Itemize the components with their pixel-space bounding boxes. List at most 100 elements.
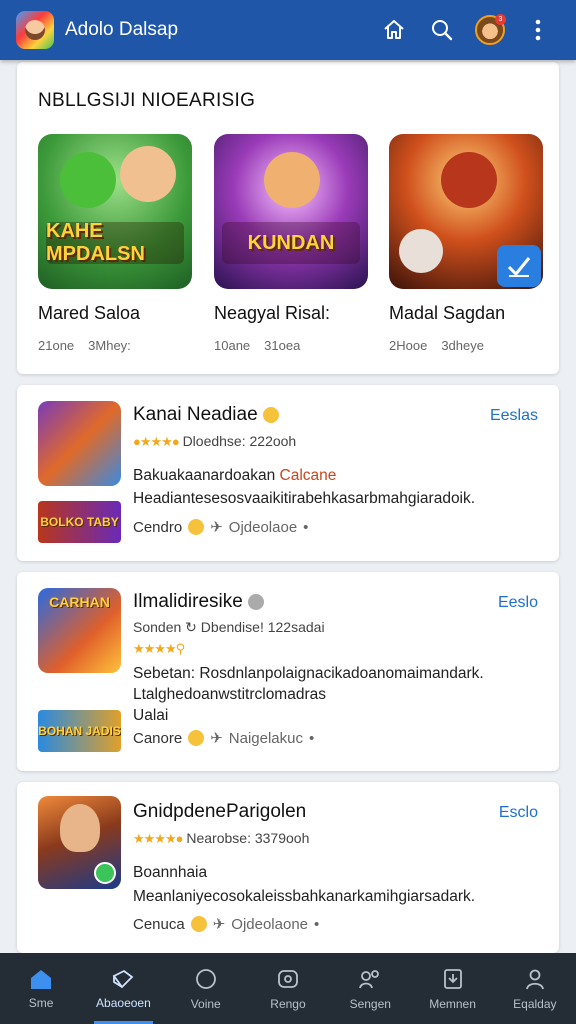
- nav-item-cards[interactable]: Abaoeoen: [82, 953, 164, 1024]
- game-description-line: Ltalghedoanwstitrclomadras: [133, 686, 326, 703]
- home-icon: [31, 969, 52, 989]
- featured-game-card[interactable]: KUNDAN Neagyal Risal: 10ane 31oea: [214, 134, 369, 353]
- more-vert-icon[interactable]: [516, 8, 560, 52]
- circle-icon: [195, 968, 216, 989]
- nav-item-profile[interactable]: Eqalday: [494, 953, 576, 1024]
- character-art: [60, 152, 116, 208]
- nav-item-downloads[interactable]: Memnen: [411, 953, 493, 1024]
- game-meta: 2Hooe 3dheye: [389, 338, 544, 353]
- game-thumbnail: [38, 401, 121, 486]
- footer-left: Cendro: [133, 518, 183, 536]
- meta-primary: 21one: [38, 338, 75, 353]
- emoji-icon: [262, 406, 279, 423]
- footer-left: Cenuca: [133, 915, 185, 933]
- game-footer: Canore ✈ Naigelakuc •: [133, 729, 314, 748]
- game-footer: Cendro ✈ Ojdeolaoe •: [133, 518, 309, 537]
- nav-label: Sengen: [349, 996, 391, 1011]
- pin-icon: ✈: [210, 519, 223, 536]
- nav-item-home[interactable]: Sme: [0, 953, 82, 1024]
- emoji-icon: [188, 730, 205, 746]
- footer-right: Naigelakuc: [228, 729, 303, 747]
- nav-label: Rengo: [270, 996, 306, 1011]
- home-icon[interactable]: [372, 8, 416, 52]
- description-text: Bakuakaanardoakan: [133, 467, 276, 484]
- group-icon: [359, 969, 380, 988]
- meta-primary: 2Hooe: [389, 338, 428, 353]
- game-name: Mared Saloa: [38, 303, 141, 323]
- footer-right: Ojdeolaoe: [228, 518, 298, 536]
- verified-badge-icon: [497, 245, 541, 287]
- profile-avatar[interactable]: 3: [468, 8, 512, 52]
- avatar: 3: [475, 14, 506, 45]
- game-action-link[interactable]: Eeslas: [490, 407, 538, 425]
- nav-label: Abaoeoen: [96, 995, 151, 1010]
- nav-item-circle[interactable]: Voine: [165, 953, 247, 1024]
- game-title: Ilmalidiresike: [133, 591, 265, 613]
- footer-left: Canore: [133, 729, 183, 747]
- game-meta-row: Sonden ↻ Dbendise! 122sadai: [133, 619, 325, 636]
- game-rating-row: ●★★★● Dloedhse: 222ooh: [133, 433, 296, 450]
- game-action-link[interactable]: Esclo: [499, 804, 538, 822]
- cards-icon: [113, 969, 134, 988]
- nav-item-groups[interactable]: Sengen: [329, 953, 411, 1024]
- character-art: [264, 152, 320, 208]
- game-footer: Cenuca ✈ Ojdeolaone •: [133, 915, 320, 934]
- game-list-item[interactable]: GnidpdeneParigolen Esclo ★★★★● Nearobse:…: [17, 782, 559, 953]
- character-art: [60, 804, 100, 852]
- profile-icon: [525, 969, 544, 989]
- star-rating-icon: ★★★★⚲: [133, 641, 185, 656]
- game-description-line: Headiantesesosvaaikitirabehkasarbmahgiar…: [133, 490, 476, 507]
- game-list-item[interactable]: CARHAN BOHAN JADIS Ilmalidiresike Eeslo …: [17, 572, 559, 771]
- game-thumbnail: KUNDAN: [214, 134, 368, 289]
- game-thumbnail: [389, 134, 543, 289]
- game-rating-row: ★★★★● Nearobse: 3379ooh: [133, 830, 309, 847]
- character-art: [120, 146, 176, 202]
- pin-icon: ✈: [210, 730, 223, 747]
- featured-section: NBLLGSIJI NIOEARISIG KAHE MPDALSN Mared …: [17, 62, 559, 374]
- meta-primary: 10ane: [214, 338, 251, 353]
- app-logo[interactable]: [16, 11, 54, 49]
- game-banner: BOHAN JADIS: [38, 710, 121, 752]
- search-icon[interactable]: [420, 8, 464, 52]
- game-name: Neagyal Risal:: [214, 303, 331, 323]
- character-art: [399, 229, 443, 273]
- emoji-icon: [190, 916, 207, 932]
- nav-label: Sme: [28, 995, 54, 1010]
- game-name: Madal Sagdan: [389, 303, 506, 323]
- featured-game-card[interactable]: Madal Sagdan 2Hooe 3dheye: [389, 134, 544, 353]
- thumb-text: CARHAN: [49, 594, 110, 610]
- character-art: [441, 152, 497, 208]
- game-action-link[interactable]: Eeslo: [498, 594, 538, 612]
- game-subtitle: Nearobse: 3379ooh: [186, 830, 310, 846]
- game-title: GnidpdeneParigolen: [133, 801, 307, 822]
- game-meta: 21one 3Mhey:: [38, 338, 193, 353]
- game-description-line: Boannhaia: [133, 864, 208, 881]
- featured-game-card[interactable]: KAHE MPDALSN Mared Saloa 21one 3Mhey:: [38, 134, 193, 353]
- dot-icon: •: [314, 915, 320, 933]
- game-meta: 10ane 31oea: [214, 338, 369, 353]
- game-banner-text: KUNDAN: [222, 222, 360, 264]
- game-description-line: Meanlaniyecosokaleissbahkanarkamihgiarsa…: [133, 888, 476, 905]
- play-badge-icon: [94, 862, 116, 884]
- game-list-item[interactable]: BOLKO TABY Kanai Neadiae Eeslas ●★★★● Dl…: [17, 385, 559, 561]
- game-banner-text: KAHE MPDALSN: [46, 220, 184, 265]
- game-thumbnail: KAHE MPDALSN: [38, 134, 192, 289]
- game-rating-row: ★★★★⚲: [133, 640, 185, 657]
- description-tag: Calcane: [279, 467, 337, 484]
- download-icon: [443, 968, 462, 989]
- game-thumbnail: [38, 796, 121, 889]
- dot-icon: •: [303, 518, 309, 536]
- footer-right: Ojdeolaone: [231, 915, 309, 933]
- star-rating-icon: ★★★★●: [133, 831, 183, 846]
- bottom-navigation: Sme Abaoeoen Voine Rengo Sengen Memnen E…: [0, 953, 576, 1024]
- emoji-icon: [248, 593, 265, 610]
- pin-icon: ✈: [212, 916, 226, 933]
- nav-item-games[interactable]: Rengo: [247, 953, 329, 1024]
- game-title: Kanai Neadiae: [133, 404, 279, 426]
- game-banner: BOLKO TABY: [38, 501, 121, 543]
- game-subtitle-secondary: Dbendise! 122sadai: [200, 619, 325, 635]
- meta-secondary: 3dheye: [441, 338, 484, 353]
- section-title: NBLLGSIJI NIOEARISIG: [38, 90, 256, 111]
- game-icon: [278, 969, 298, 988]
- app-title: Adolo Dalsap: [65, 19, 179, 40]
